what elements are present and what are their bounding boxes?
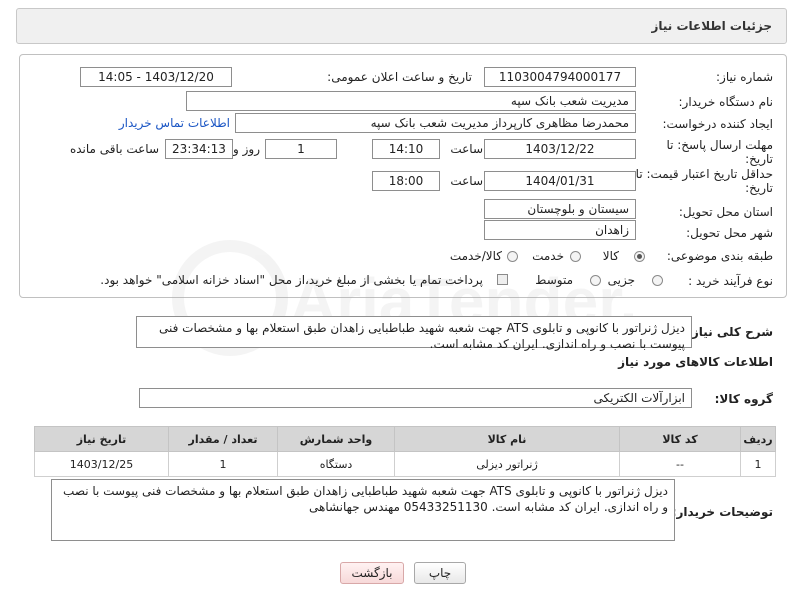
col-item-code: کد کالا — [619, 426, 741, 452]
purchase-type-label: نوع فرآیند خرید : — [688, 274, 773, 288]
buyer-contact-link[interactable]: اطلاعات تماس خریدار — [119, 116, 230, 130]
deadline-time-field: 14:10 — [372, 139, 440, 159]
buyer-notes-label: توضیحات خریدار: — [671, 505, 773, 519]
description-label: شرح کلی نیاز: — [687, 325, 773, 339]
cell-need-date: 1403/12/25 — [34, 451, 169, 477]
category-option-goods: کالا — [602, 249, 619, 263]
city-label: شهر محل تحویل: — [686, 226, 773, 240]
cell-row-number: 1 — [740, 451, 776, 477]
col-need-date: تاریخ نیاز — [34, 426, 169, 452]
days-label: روز و — [233, 142, 260, 156]
deadline-date-label: تاریخ: — [745, 152, 773, 166]
col-quantity: تعداد / مقدار — [168, 426, 278, 452]
description-textarea[interactable]: دیزل ژنراتور با کانوپی و تابلوی ATS جهت … — [136, 316, 692, 351]
remaining-time-field: 23:34:13 — [165, 139, 233, 159]
requester-field: محمدرضا مظاهری کارپرداز مدیریت شعب بانک … — [235, 113, 636, 133]
buyer-org-field: مدیریت شعب بانک سپه — [186, 91, 636, 111]
announce-date-label: تاریخ و ساعت اعلان عمومی: — [327, 70, 472, 84]
remaining-time-label: ساعت باقی مانده — [69, 142, 159, 156]
cell-item-name: ژنراتور دیزلی — [394, 451, 620, 477]
cell-unit: دستگاه — [277, 451, 395, 477]
goods-section-title: اطلاعات کالاهای مورد نیاز — [618, 355, 773, 369]
remaining-days-field: 1 — [265, 139, 337, 159]
goods-group-field: ابزارآلات الکتریکی — [139, 388, 692, 408]
category-option-both: کالا/خدمت — [449, 249, 502, 263]
col-unit: واحد شمارش — [277, 426, 395, 452]
price-validity-label: حداقل تاریخ اعتبار قیمت: تا — [635, 167, 773, 181]
purchase-option-minor: جزیی — [607, 273, 635, 287]
price-validity-time-label: ساعت — [450, 174, 483, 188]
requester-label: ایجاد کننده درخواست: — [662, 117, 773, 131]
price-validity-time-field: 18:00 — [372, 171, 440, 191]
category-radio-service[interactable] — [570, 251, 581, 262]
print-button[interactable]: چاپ — [414, 562, 466, 584]
category-label: طبقه بندی موضوعی: — [666, 249, 773, 263]
cell-quantity: 1 — [168, 451, 278, 477]
price-validity-date-label: تاریخ: — [745, 181, 773, 195]
deadline-time-label: ساعت — [450, 142, 483, 156]
city-field: زاهدان — [484, 220, 636, 240]
goods-table: ردیف کد کالا نام کالا واحد شمارش تعداد /… — [34, 426, 776, 477]
category-radio-goods[interactable] — [634, 251, 645, 262]
goods-group-label: گروه کالا: — [714, 392, 773, 406]
announce-date-field: 1403/12/20 - 14:05 — [80, 67, 232, 87]
back-button[interactable]: بازگشت — [340, 562, 404, 584]
purchase-radio-medium[interactable] — [590, 275, 601, 286]
need-number-label: شماره نیاز: — [716, 70, 773, 84]
page-title: جزئیات اطلاعات نیاز — [651, 19, 772, 33]
col-item-name: نام کالا — [394, 426, 620, 452]
cell-item-code: -- — [619, 451, 741, 477]
need-number-field: 1103004794000177 — [484, 67, 636, 87]
purchase-radio-minor[interactable] — [652, 275, 663, 286]
price-validity-date-field: 1404/01/31 — [484, 171, 636, 191]
purchase-option-medium: متوسط — [535, 273, 573, 287]
page-header: جزئیات اطلاعات نیاز — [16, 8, 787, 44]
category-option-service: خدمت — [532, 249, 564, 263]
table-row: 1 -- ژنراتور دیزلی دستگاه 1 1403/12/25 — [34, 451, 776, 477]
province-label: استان محل تحویل: — [678, 205, 773, 219]
deadline-date-field: 1403/12/22 — [484, 139, 636, 159]
province-field: سیستان و بلوچستان — [484, 199, 636, 219]
treasury-payment-note: پرداخت تمام یا بخشی از مبلغ خرید،از محل … — [100, 273, 483, 287]
buyer-org-label: نام دستگاه خریدار: — [678, 95, 774, 109]
deadline-label: مهلت ارسال پاسخ: تا — [666, 138, 773, 152]
buyer-notes-textarea[interactable]: دیزل ژنراتور با کانوپی و تابلوی ATS جهت … — [51, 479, 675, 541]
treasury-payment-checkbox[interactable] — [497, 274, 508, 285]
goods-table-header: ردیف کد کالا نام کالا واحد شمارش تعداد /… — [34, 426, 776, 452]
col-row-number: ردیف — [740, 426, 776, 452]
category-radio-both[interactable] — [507, 251, 518, 262]
